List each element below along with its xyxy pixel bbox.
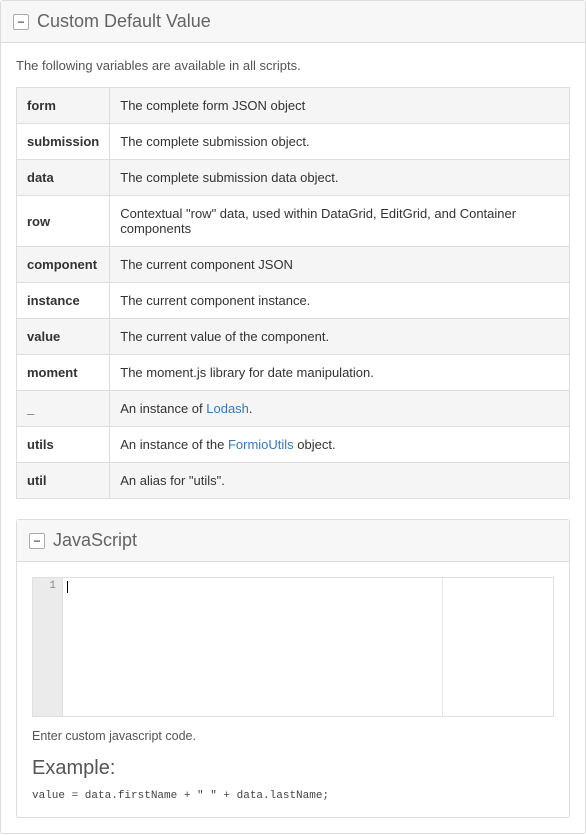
table-row: utilsAn instance of the FormioUtils obje… [17, 427, 570, 463]
code-right-margin [442, 578, 443, 716]
variable-description: The complete submission object. [110, 124, 570, 160]
collapse-toggle-icon[interactable]: − [13, 14, 29, 30]
variable-name: component [17, 247, 110, 283]
variable-name: value [17, 319, 110, 355]
variable-name: moment [17, 355, 110, 391]
variable-name: util [17, 463, 110, 499]
js-panel-body: 1 Enter custom javascript code. Example:… [17, 562, 569, 817]
variable-description: The moment.js library for date manipulat… [110, 355, 570, 391]
variable-name: row [17, 196, 110, 247]
variable-name: form [17, 88, 110, 124]
variable-description: An alias for "utils". [110, 463, 570, 499]
javascript-panel: − JavaScript 1 Enter custom javascript c… [16, 519, 570, 818]
intro-text: The following variables are available in… [16, 58, 570, 73]
variable-name: utils [17, 427, 110, 463]
variable-description: The complete submission data object. [110, 160, 570, 196]
table-row: momentThe moment.js library for date man… [17, 355, 570, 391]
table-row: formThe complete form JSON object [17, 88, 570, 124]
table-row: dataThe complete submission data object. [17, 160, 570, 196]
code-editor[interactable]: 1 [32, 577, 554, 717]
example-heading: Example: [32, 757, 554, 780]
variable-description: The complete form JSON object [110, 88, 570, 124]
variable-name: _ [17, 391, 110, 427]
js-panel-title: JavaScript [53, 530, 137, 551]
js-panel-heading[interactable]: − JavaScript [17, 520, 569, 562]
table-row: _An instance of Lodash. [17, 391, 570, 427]
table-row: componentThe current component JSON [17, 247, 570, 283]
example-code: value = data.firstName + " " + data.last… [32, 790, 554, 802]
panel-body: The following variables are available in… [1, 43, 585, 833]
table-row: rowContextual "row" data, used within Da… [17, 196, 570, 247]
panel-heading[interactable]: − Custom Default Value [1, 1, 585, 43]
collapse-toggle-icon[interactable]: − [29, 533, 45, 549]
variable-description: An instance of the FormioUtils object. [110, 427, 570, 463]
panel-title: Custom Default Value [37, 11, 211, 32]
table-row: valueThe current value of the component. [17, 319, 570, 355]
code-gutter: 1 [33, 578, 63, 716]
code-cursor [67, 581, 68, 593]
helper-text: Enter custom javascript code. [32, 729, 554, 743]
custom-default-value-panel: − Custom Default Value The following var… [0, 0, 586, 834]
variable-description: The current component JSON [110, 247, 570, 283]
variable-name: submission [17, 124, 110, 160]
variable-name: instance [17, 283, 110, 319]
code-input-area[interactable] [63, 578, 553, 716]
table-row: submissionThe complete submission object… [17, 124, 570, 160]
table-row: instanceThe current component instance. [17, 283, 570, 319]
variables-table: formThe complete form JSON objectsubmiss… [16, 87, 570, 499]
table-row: utilAn alias for "utils". [17, 463, 570, 499]
variable-name: data [17, 160, 110, 196]
variable-description: The current value of the component. [110, 319, 570, 355]
doc-link[interactable]: Lodash [206, 401, 249, 416]
variable-description: The current component instance. [110, 283, 570, 319]
line-number: 1 [39, 580, 56, 592]
doc-link[interactable]: FormioUtils [228, 437, 294, 452]
variable-description: An instance of Lodash. [110, 391, 570, 427]
variable-description: Contextual "row" data, used within DataG… [110, 196, 570, 247]
